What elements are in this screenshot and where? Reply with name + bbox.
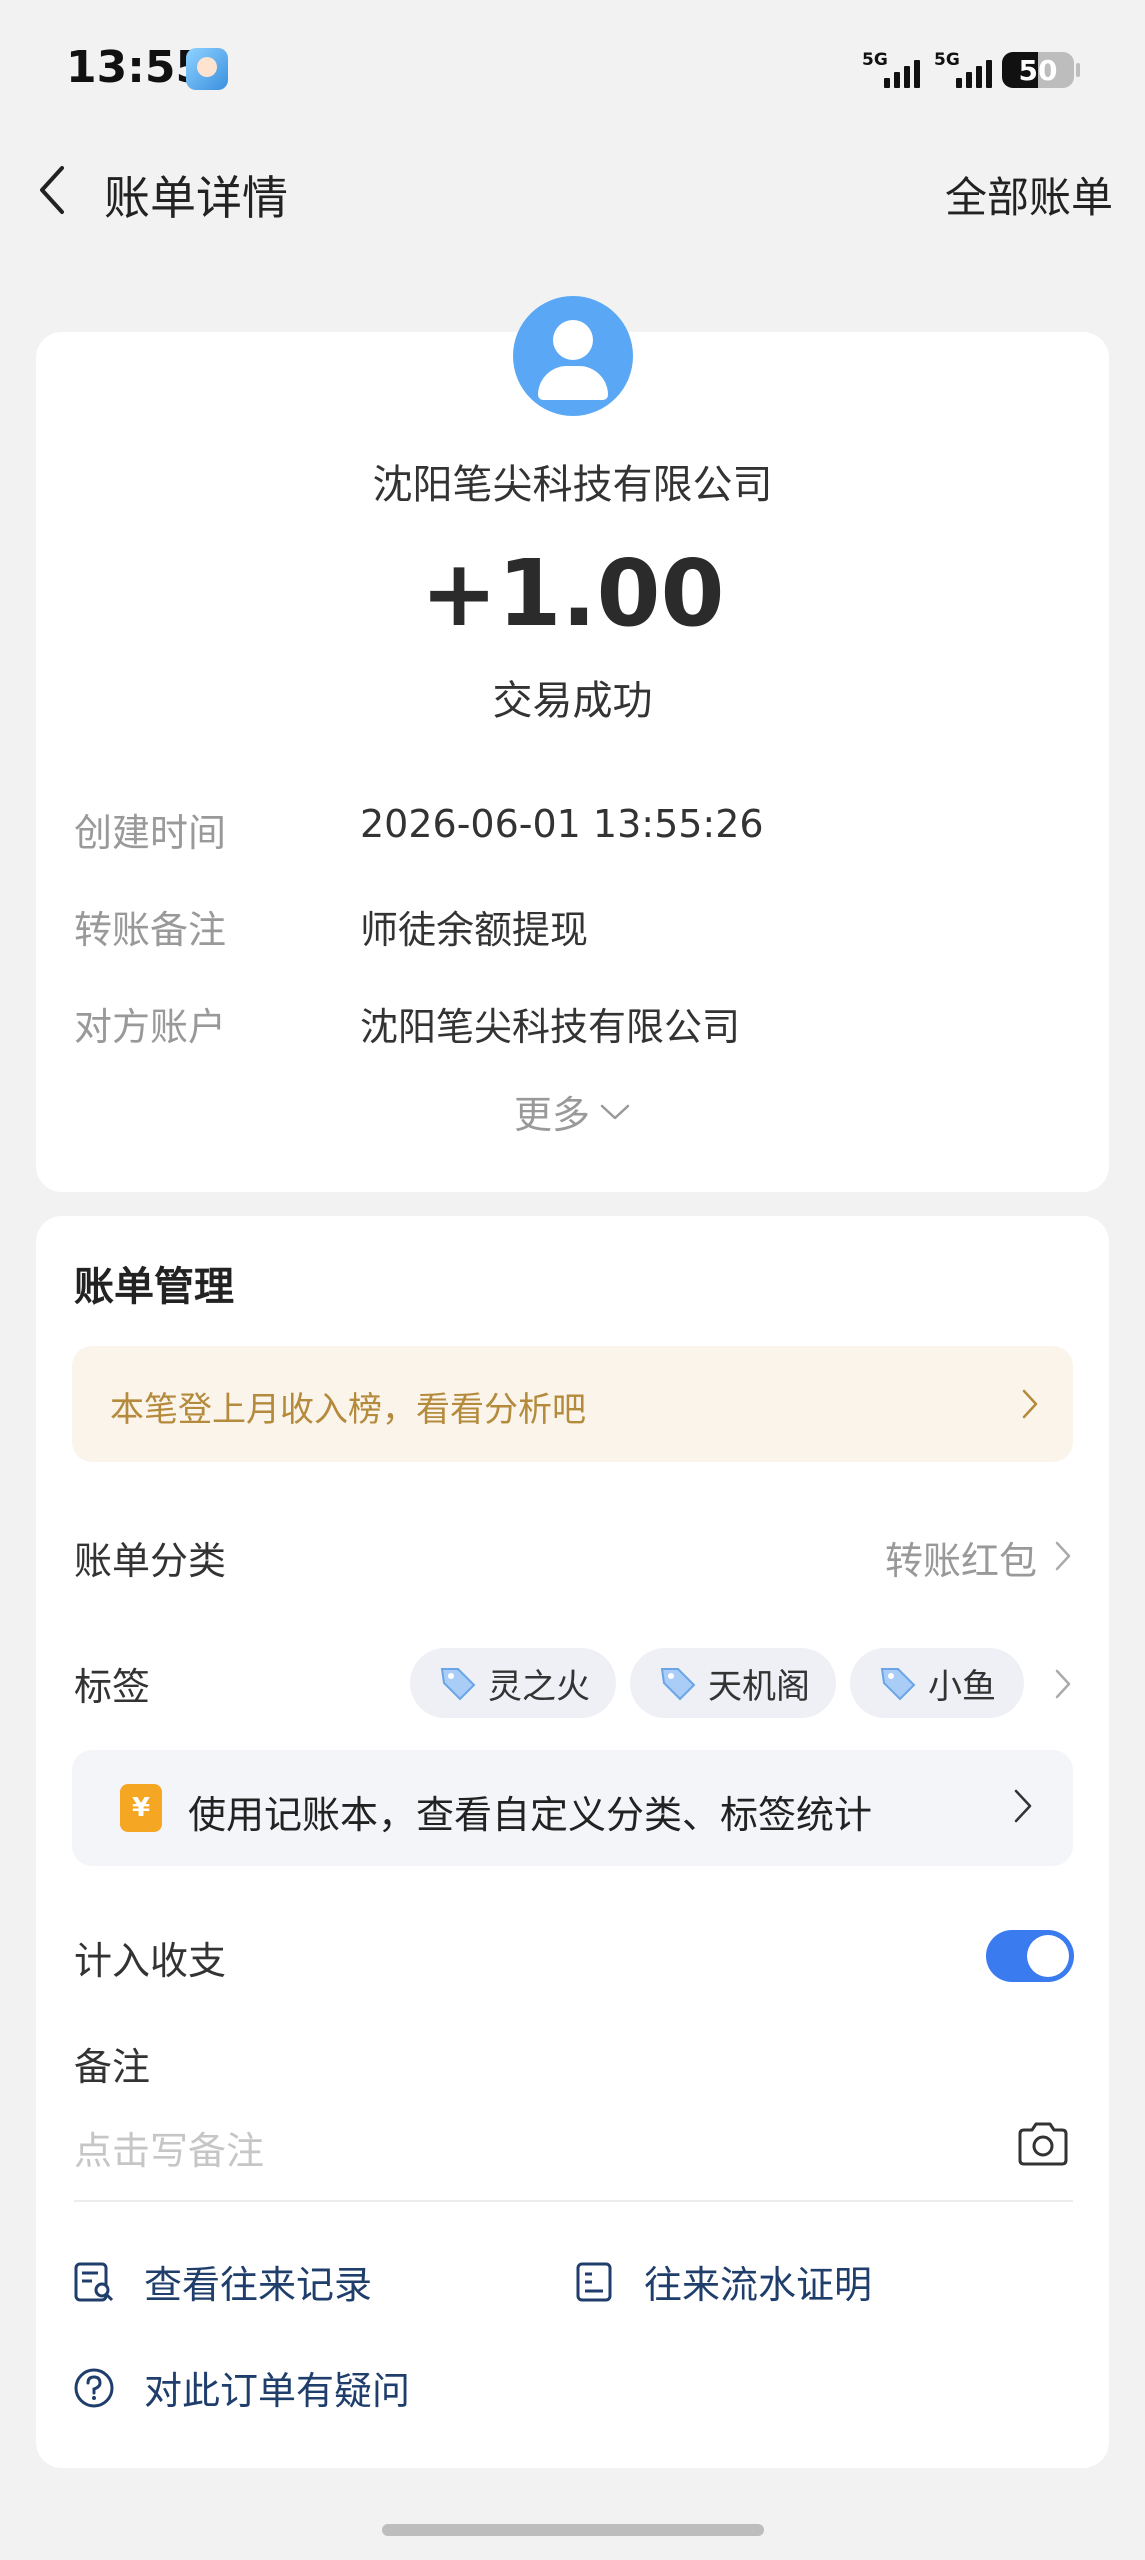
tag-label: 灵之火 [488, 1666, 590, 1707]
app-notification-icon [186, 48, 228, 90]
tag-label: 小鱼 [928, 1666, 996, 1707]
tag-label: 天机阁 [708, 1666, 810, 1707]
info-value: 师徒余额提现 [360, 908, 589, 952]
order-question-link[interactable]: 对此订单有疑问 [72, 2360, 410, 2415]
note-input[interactable]: 点击写备注 [74, 2120, 264, 2175]
tag-chip[interactable]: 小鱼 [850, 1648, 1024, 1718]
account-book-icon: ¥ [120, 1784, 162, 1832]
back-button[interactable] [32, 162, 72, 218]
divider [74, 2200, 1073, 2202]
question-circle-icon [74, 2368, 114, 2407]
page-title: 账单详情 [104, 171, 288, 225]
avatar-icon [513, 296, 633, 416]
amount: +1.00 [420, 540, 725, 647]
chevron-right-icon [1022, 1389, 1038, 1419]
note-label: 备注 [74, 2045, 151, 2089]
statement-proof-link[interactable]: 往来流水证明 [572, 2254, 872, 2309]
category-value[interactable]: 转账红包 [885, 1530, 1037, 1585]
view-history-link[interactable]: 查看往来记录 [72, 2254, 372, 2309]
chevron-left-icon [40, 166, 64, 214]
info-label: 转账备注 [74, 908, 227, 952]
chevron-right-icon [1014, 1789, 1032, 1823]
more-button[interactable]: 更多 [514, 1084, 630, 1139]
record-search-icon [74, 2262, 114, 2301]
chevron-down-icon [600, 1104, 630, 1119]
signal-icon: 5G [862, 50, 928, 90]
promo-text: 本笔登上月收入榜，看看分析吧 [110, 1390, 586, 1430]
account-book-text: 使用记账本，查看自定义分类、标签统计 [188, 1793, 873, 1837]
camera-icon[interactable] [1016, 2120, 1070, 2168]
tag-icon [440, 1668, 476, 1701]
more-label: 更多 [514, 1093, 591, 1137]
transaction-status: 交易成功 [492, 678, 653, 724]
all-bills-link[interactable]: 全部账单 [945, 164, 1113, 225]
view-history-label: 查看往来记录 [144, 2263, 373, 2307]
account-book-banner[interactable]: ¥ 使用记账本，查看自定义分类、标签统计 [72, 1750, 1073, 1866]
tag-chip[interactable]: 灵之火 [410, 1648, 616, 1718]
chevron-right-icon [1055, 1541, 1071, 1571]
statement-proof-label: 往来流水证明 [644, 2263, 873, 2307]
info-label: 对方账户 [74, 1005, 227, 1049]
info-label: 创建时间 [74, 811, 227, 855]
info-value: 2026-06-01 13:55:26 [360, 802, 764, 846]
document-icon [576, 2262, 612, 2301]
include-toggle[interactable] [986, 1930, 1074, 1982]
tag-icon [880, 1668, 916, 1701]
nav-bar: 账单详情 全部账单 [0, 140, 1145, 240]
include-label: 计入收支 [74, 1939, 227, 1983]
order-question-label: 对此订单有疑问 [144, 2369, 411, 2413]
signal-icon-2: 5G [934, 50, 1000, 90]
home-indicator[interactable] [382, 2524, 764, 2536]
chevron-right-icon [1055, 1669, 1071, 1699]
section-title: 账单管理 [74, 1264, 234, 1310]
tags-label: 标签 [74, 1665, 151, 1709]
battery-icon: 50 [1002, 52, 1074, 88]
counterparty-name: 沈阳笔尖科技有限公司 [372, 462, 773, 508]
tag-chip[interactable]: 天机阁 [630, 1648, 836, 1718]
income-rank-banner[interactable]: 本笔登上月收入榜，看看分析吧 [72, 1346, 1073, 1462]
category-label: 账单分类 [74, 1539, 227, 1583]
status-bar: 13:55 5G 5G 50 [0, 0, 1145, 140]
info-value: 沈阳笔尖科技有限公司 [360, 1005, 741, 1049]
tag-icon [660, 1668, 696, 1701]
